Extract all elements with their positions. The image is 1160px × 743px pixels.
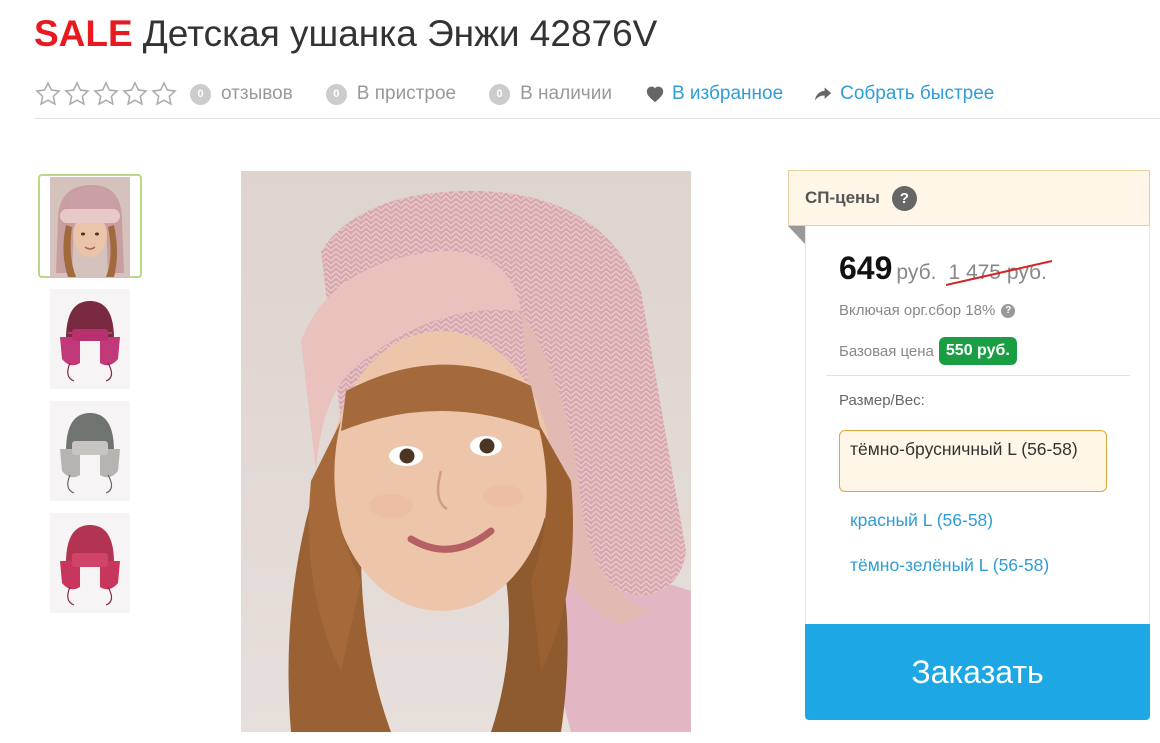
- question-icon[interactable]: ?: [1001, 303, 1016, 318]
- product-meta-bar: 0 отзывов 0 В пристрое 0 В наличии В изб…: [34, 78, 1024, 110]
- product-title: Детская ушанка Энжи 42876V: [142, 13, 658, 54]
- thumbnail-image: [50, 401, 130, 501]
- attached-count: 0 В пристрое: [325, 83, 457, 105]
- thumbnail-image: [50, 289, 130, 389]
- sale-tag: SALE: [34, 13, 133, 54]
- base-price-label: Базовая цена: [839, 342, 934, 360]
- thumbnail-4[interactable]: [38, 510, 142, 614]
- strike-line: [946, 260, 1053, 286]
- thumbnail-1[interactable]: [38, 174, 142, 278]
- old-price: 1 475 руб.: [946, 260, 1053, 286]
- thumbnail-image: [50, 177, 130, 277]
- add-to-favorites-link[interactable]: В избранное: [645, 83, 783, 105]
- thumbnail-2[interactable]: [38, 286, 142, 390]
- star-icon[interactable]: [63, 80, 91, 108]
- attached-count-badge: 0: [325, 83, 347, 105]
- question-icon[interactable]: ?: [891, 185, 917, 211]
- org-fee-text: Включая орг.сбор 18%: [839, 302, 996, 319]
- thumbnail-image: [50, 513, 130, 613]
- header-divider: [34, 118, 1160, 119]
- rating-stars[interactable]: [34, 80, 178, 108]
- thumbnail-3[interactable]: [38, 398, 142, 502]
- size-label: Размер/Вес:: [839, 392, 925, 409]
- base-price-row: Базовая цена 550 руб.: [839, 337, 1017, 365]
- favorites-label: В избранное: [671, 83, 784, 104]
- current-price: 649: [839, 250, 893, 286]
- reviews-count-badge: 0: [190, 83, 211, 105]
- in-stock-count-badge: 0: [489, 83, 511, 105]
- star-icon[interactable]: [150, 80, 178, 108]
- org-fee-note: Включая орг.сбор 18% ?: [839, 302, 1016, 319]
- price-card: 649руб. 1 475 руб. Включая орг.сбор 18% ?…: [805, 226, 1150, 626]
- reviews-count[interactable]: 0 отзывов: [190, 83, 293, 105]
- star-icon[interactable]: [92, 80, 120, 108]
- currency-label: руб.: [896, 261, 937, 284]
- in-stock-label: В наличии: [520, 83, 612, 104]
- star-icon[interactable]: [34, 80, 62, 108]
- sp-prices-header: СП-цены ?: [788, 170, 1150, 226]
- star-icon[interactable]: [121, 80, 149, 108]
- in-stock-count: 0 В наличии: [489, 83, 612, 105]
- heart-icon: [646, 86, 664, 103]
- price-row: 649руб. 1 475 руб.: [839, 250, 1053, 287]
- base-price-badge: 550 руб.: [938, 337, 1017, 365]
- order-button[interactable]: Заказать: [805, 624, 1150, 720]
- size-option-selected[interactable]: тёмно-брусничный L (56-58): [839, 430, 1107, 492]
- collect-faster-link[interactable]: Собрать быстрее: [813, 83, 994, 105]
- collect-faster-label: Собрать быстрее: [840, 83, 995, 104]
- main-product-photo[interactable]: [241, 171, 691, 732]
- page-title: SALE Детская ушанка Энжи 42876V: [34, 10, 657, 58]
- size-option[interactable]: тёмно-зелёный L (56-58): [850, 555, 1049, 576]
- attached-label: В пристрое: [356, 83, 457, 104]
- size-option[interactable]: красный L (56-58): [850, 510, 993, 531]
- reviews-label: отзывов: [221, 83, 293, 104]
- header-fold-corner: [788, 226, 805, 244]
- card-divider: [826, 375, 1130, 376]
- sp-prices-title: СП-цены: [805, 188, 880, 207]
- share-arrow-icon: [814, 87, 832, 101]
